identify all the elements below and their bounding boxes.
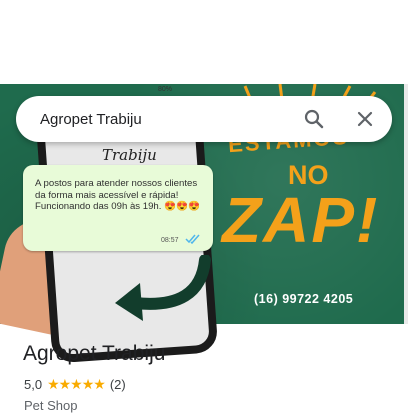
scrollbar[interactable] <box>404 84 408 324</box>
rating-row[interactable]: 5,0 ★★★★★ (2) <box>24 376 126 393</box>
heading-zap: ZAP! <box>222 184 380 256</box>
whatsapp-phone-number: (16) 99722 4205 <box>254 292 354 306</box>
close-icon[interactable] <box>353 107 377 131</box>
double-check-icon <box>185 234 200 245</box>
message-text: A postos para atender nossos clientes da… <box>35 178 200 212</box>
rating-value: 5,0 <box>24 377 43 392</box>
top-blank-area <box>0 0 408 84</box>
phone-contact-name: Trabiju <box>102 146 157 164</box>
message-time: 08:57 <box>161 237 179 244</box>
search-bar[interactable] <box>16 96 392 142</box>
search-input[interactable] <box>40 96 290 142</box>
message-bubble: A postos para atender nossos clientes da… <box>23 165 213 251</box>
review-count[interactable]: (2) <box>110 377 126 392</box>
place-title: Agropet Trabiju <box>23 342 166 365</box>
phone-battery-status: 80% <box>158 86 173 93</box>
search-icon[interactable] <box>302 107 326 131</box>
curved-arrow-icon <box>115 255 211 321</box>
star-rating-icon: ★★★★★ <box>47 376 106 392</box>
place-category[interactable]: Pet Shop <box>24 398 78 413</box>
